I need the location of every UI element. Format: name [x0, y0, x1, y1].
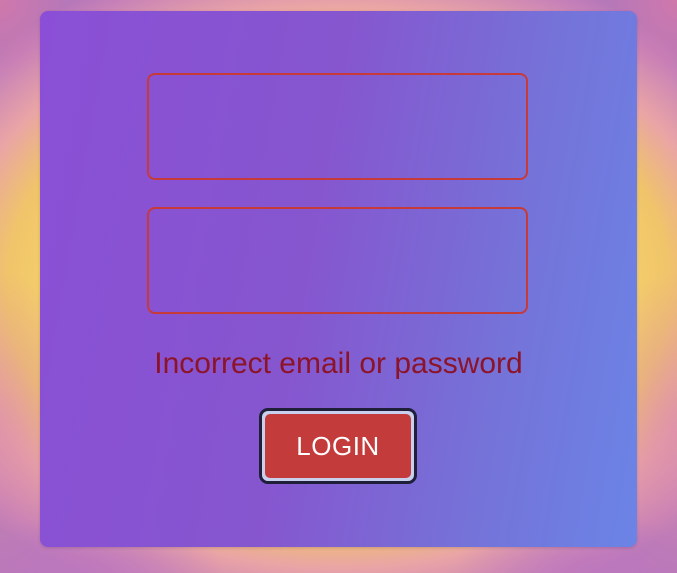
login-button[interactable]: LOGIN — [259, 408, 417, 484]
login-card: Incorrect email or password LOGIN — [40, 11, 637, 547]
login-button-label: LOGIN — [265, 414, 411, 478]
error-message: Incorrect email or password — [154, 347, 523, 380]
email-field[interactable] — [147, 73, 528, 180]
password-field[interactable] — [147, 207, 528, 314]
